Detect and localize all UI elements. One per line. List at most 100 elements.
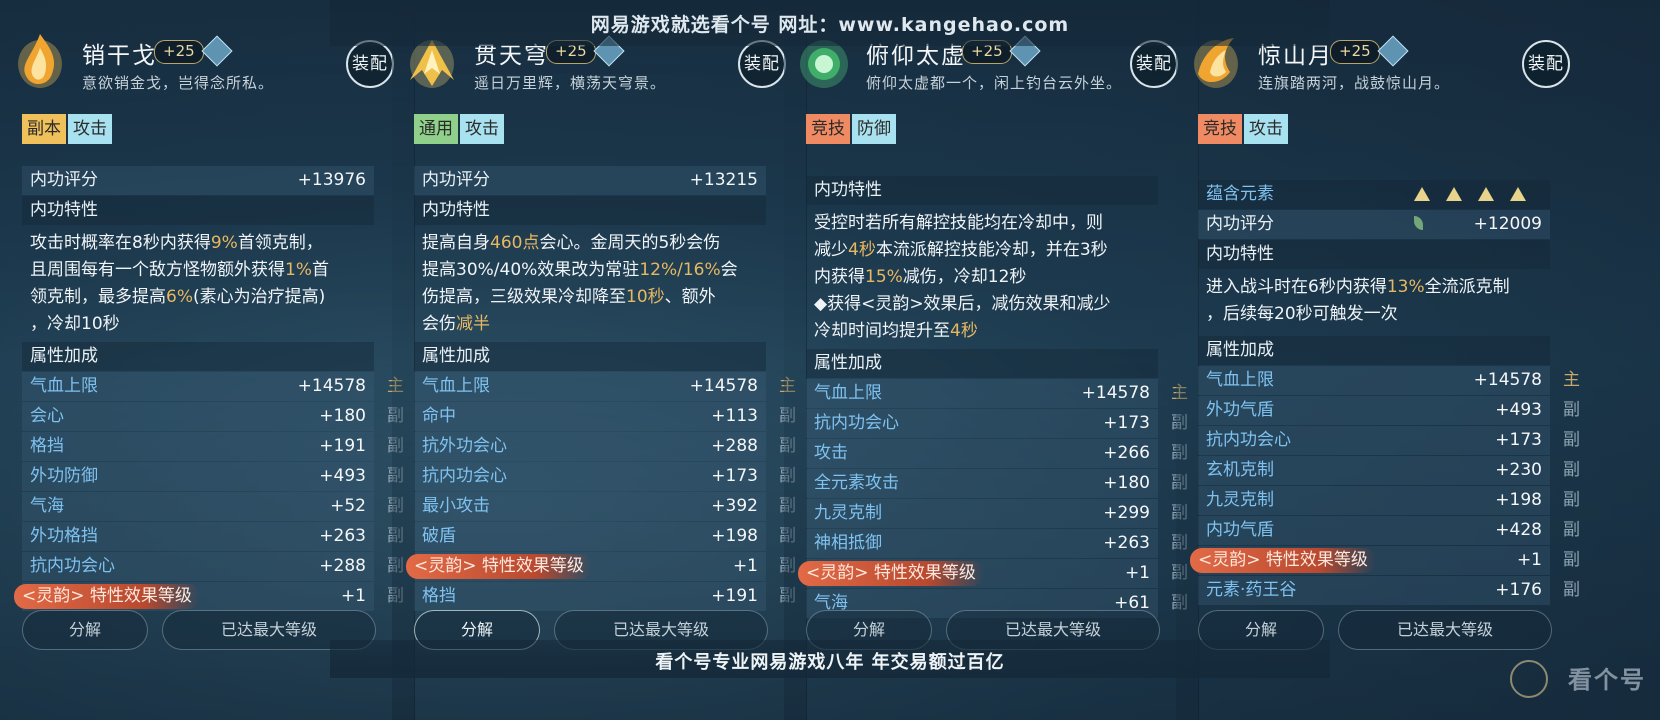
- attr-row-ling: <灵韵> 特性效果等级+1副: [798, 559, 1188, 588]
- score-label: 内功评分: [422, 170, 490, 190]
- equip-button[interactable]: 装配: [1130, 40, 1178, 88]
- tag-type: 攻击: [460, 114, 504, 144]
- trait-line: 减少4秒本流派解控技能冷却，并在3秒: [814, 240, 1108, 260]
- attr-name: 九灵克制: [1206, 490, 1274, 510]
- score-row: 内功评分 +13976: [22, 166, 374, 195]
- attr-row-ling: <灵韵> 特性效果等级+1副: [1190, 546, 1580, 575]
- attr-row: 气血上限+14578主: [806, 379, 1188, 408]
- attr-sub-marker: 副: [1563, 400, 1580, 420]
- attr-value: +428: [1495, 520, 1542, 540]
- attr-row: 气血上限+14578主: [22, 372, 404, 401]
- attr-row: 格挡+191副: [22, 432, 404, 461]
- attr-row: 玄机克制 +230 副: [1198, 456, 1580, 485]
- dismantle-button[interactable]: 分解: [22, 610, 148, 650]
- ling-badge: <灵韵> 特性效果等级: [798, 561, 984, 586]
- attr-row: 格挡+191副: [414, 582, 796, 611]
- attr-value: +299: [1103, 503, 1150, 523]
- attr-value: +288: [319, 556, 366, 576]
- talent-card-2: 贯天穹 +25 遥日万里辉，横荡天穹景。 装配 通用 攻击 内功评分 +1321…: [392, 0, 807, 720]
- attr-row: 神相抵御+263副: [806, 529, 1188, 558]
- attr-value: +1: [732, 556, 758, 576]
- attr-value: +180: [1103, 473, 1150, 493]
- attr-row: 外功格挡+263副: [22, 522, 404, 551]
- attr-row: 气血上限+14578主: [414, 372, 796, 401]
- top-banner: 网易游戏就选看个号 网址：www.kangehao.com: [330, 0, 1330, 46]
- trait-label: 内功特性: [422, 200, 490, 220]
- attr-name: 外功防御: [30, 466, 98, 486]
- trait-line: 冷却时间均提升至4秒: [814, 321, 978, 341]
- attr-name: 气血上限: [1206, 370, 1274, 390]
- element-label: 蕴含元素: [1206, 184, 1274, 204]
- tag-type: 防御: [852, 114, 896, 144]
- attr-name: 格挡: [422, 586, 456, 606]
- element-triangle-icon: [1414, 187, 1430, 201]
- score-value: +13976: [297, 170, 366, 190]
- attr-name: 气血上限: [422, 376, 490, 396]
- attr-value: +176: [1495, 580, 1542, 600]
- max-level-button[interactable]: 已达最大等级: [1338, 610, 1552, 650]
- trait-header: 内功特性: [1198, 240, 1550, 269]
- attr-row: 九灵克制+299副: [806, 499, 1188, 528]
- trait-header: 内功特性: [806, 176, 1158, 205]
- ling-badge: <灵韵> 特性效果等级: [1190, 548, 1376, 573]
- attr-row: 全元素攻击+180副: [806, 469, 1188, 498]
- attr-value: +180: [319, 406, 366, 426]
- equip-button[interactable]: 装配: [346, 40, 394, 88]
- attr-name: 神相抵御: [814, 533, 882, 553]
- attr-row: 会心+180副: [22, 402, 404, 431]
- attr-value: +173: [1103, 413, 1150, 433]
- attr-name: 抗内功会心: [422, 466, 507, 486]
- trait-line: ，冷却10秒: [30, 314, 120, 334]
- attr-value: +14578: [297, 376, 366, 396]
- trait-line: ，后续每20秒可触发一次: [1206, 304, 1398, 324]
- attr-label: 属性加成: [814, 353, 882, 373]
- attr-name: 会心: [30, 406, 64, 426]
- attr-name: 外功格挡: [30, 526, 98, 546]
- ling-label: <灵韵>: [806, 563, 869, 583]
- trait-text: 受控时若所有解控技能均在冷却中，则 减少4秒本流派解控技能冷却，并在3秒 内获得…: [806, 206, 1158, 349]
- attr-header: 属性加成: [414, 342, 766, 371]
- attr-sub-marker: 副: [1563, 580, 1580, 600]
- attr-row: 外功气盾 +493 副: [1198, 396, 1580, 425]
- attr-value: +392: [711, 496, 758, 516]
- card-body: 蕴含元素 内功评分 +12009 内功特性 进入战斗时在6秒内获得13%全流派克…: [1190, 180, 1580, 606]
- score-label: 内功评分: [1206, 214, 1274, 234]
- attr-name: 气血上限: [814, 383, 882, 403]
- tag-category: 竞技: [1198, 114, 1242, 144]
- top-banner-text: 网易游戏就选看个号 网址：www.kangehao.com: [590, 14, 1070, 36]
- attr-value: +14578: [1473, 370, 1542, 390]
- attr-name: 特性效果等级: [873, 563, 976, 583]
- trait-line: 攻击时概率在8秒内获得9%首领克制，: [30, 233, 323, 253]
- attr-value: +288: [711, 436, 758, 456]
- attr-value: +263: [1103, 533, 1150, 553]
- attr-name: 格挡: [30, 436, 64, 456]
- equip-button[interactable]: 装配: [738, 40, 786, 88]
- attr-name: 攻击: [814, 443, 848, 463]
- attr-row: 命中+113副: [414, 402, 796, 431]
- attr-value: +493: [1495, 400, 1542, 420]
- attr-row: 抗内功会心+173副: [414, 462, 796, 491]
- card-actions: 分解 已达最大等级: [22, 610, 376, 650]
- attr-row: 抗外功会心+288副: [414, 432, 796, 461]
- watermark-logo-icon: [1510, 660, 1548, 698]
- attr-row: 外功防御+493副: [22, 462, 404, 491]
- attr-name: 特性效果等级: [481, 556, 584, 576]
- attr-row: 气海+52副: [22, 492, 404, 521]
- attr-header: 属性加成: [806, 349, 1158, 378]
- attr-value: +263: [319, 526, 366, 546]
- attr-value: +198: [711, 526, 758, 546]
- tag-category: 副本: [22, 114, 66, 144]
- card-body: 内功特性 受控时若所有解控技能均在冷却中，则 减少4秒本流派解控技能冷却，并在3…: [798, 176, 1188, 619]
- attr-row: 抗内功会心+288副: [22, 552, 404, 581]
- grade-icon: [201, 35, 233, 67]
- equip-button[interactable]: 装配: [1522, 40, 1570, 88]
- watermark-text: 看个号: [1568, 666, 1646, 694]
- attr-value: +1: [1124, 563, 1150, 583]
- attr-label: 属性加成: [1206, 340, 1274, 360]
- attr-name: 抗内功会心: [30, 556, 115, 576]
- attr-name: 特性效果等级: [89, 586, 192, 606]
- attr-row: 抗内功会心+173副: [806, 409, 1188, 438]
- attr-value: +266: [1103, 443, 1150, 463]
- attr-value: +493: [319, 466, 366, 486]
- attr-sub-marker: 副: [1563, 460, 1580, 480]
